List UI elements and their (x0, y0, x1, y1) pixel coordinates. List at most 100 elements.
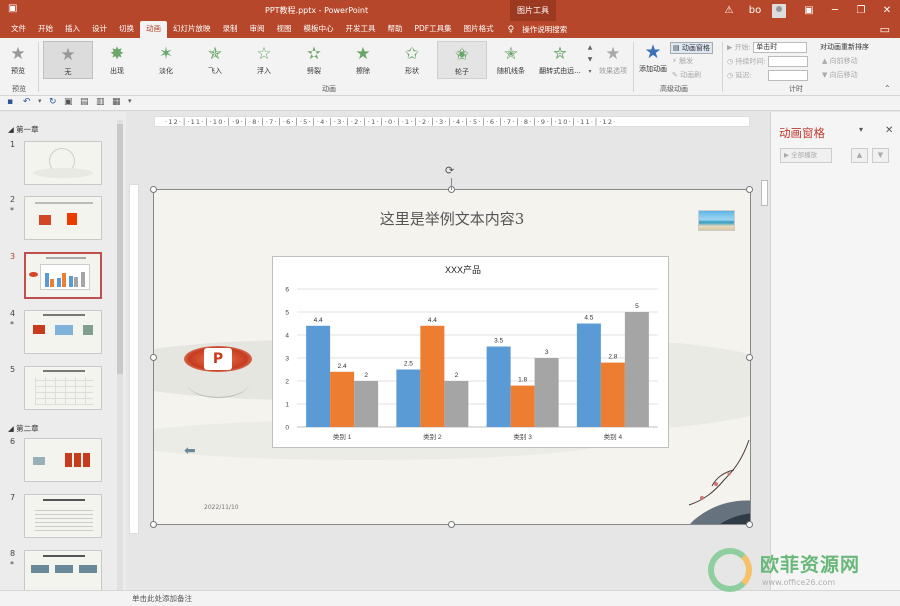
format-icon[interactable]: ▦ (112, 97, 121, 107)
effect-shape[interactable]: ✩ 形状 (392, 44, 432, 76)
slide-thumbnail-1[interactable] (24, 141, 102, 185)
present-icon[interactable]: ▤ (80, 97, 89, 107)
preview-button[interactable]: ★ 预览 (4, 44, 32, 76)
section-2-title[interactable]: ◢ 第二章 (8, 423, 39, 434)
resize-handle[interactable] (746, 186, 753, 193)
chart-title: XXX产品 (445, 264, 481, 275)
tab-review[interactable]: 审阅 (244, 21, 271, 38)
tell-me-search[interactable]: 操作说明搜索 (514, 22, 567, 38)
avatar[interactable] (772, 3, 786, 18)
watermark-text: 欧菲资源网 (760, 554, 861, 576)
gallery-scroll[interactable]: ▲ ▼ ▾ (586, 42, 594, 82)
effect-fade[interactable]: ✶ 淡化 (146, 44, 186, 76)
tab-pdf-tools[interactable]: PDF工具集 (409, 21, 458, 38)
close-icon[interactable]: ✕ (885, 125, 893, 136)
effect-wheel[interactable]: ✬ 轮子 (437, 41, 487, 79)
duration-input[interactable] (767, 56, 808, 67)
effect-wipe[interactable]: ★ 擦除 (343, 44, 383, 76)
effect-flip[interactable]: ✮ 翻转式由远... (536, 44, 584, 76)
tab-view[interactable]: 视图 (271, 21, 298, 38)
save-icon[interactable]: ▪ (7, 97, 13, 107)
effect-split[interactable]: ✫ 劈裂 (294, 44, 334, 76)
rotate-handle-icon[interactable]: ⟳ (445, 164, 454, 177)
thumbnails-scrollbar[interactable] (117, 120, 123, 590)
effect-float-in[interactable]: ☆ 浮入 (244, 44, 284, 76)
slide-thumbnail-4[interactable] (24, 310, 102, 354)
animation-pane-toggle[interactable]: ▤ 动画窗格 (670, 42, 713, 54)
data-label: 4.4 (314, 317, 323, 324)
slide-thumbnail-7[interactable] (24, 494, 102, 538)
restore-icon[interactable]: ❐ (848, 5, 874, 16)
minimize-icon[interactable]: ─ (822, 5, 848, 16)
close-icon[interactable]: ✕ (874, 5, 900, 16)
slide-title[interactable]: 这里是举例文本内容3 (154, 208, 750, 229)
slide-thumbnail-6[interactable] (24, 438, 102, 482)
effect-options-button[interactable]: ★ 效果选项 (596, 44, 630, 76)
animation-painter-button[interactable]: ✎ 动画刷 (672, 70, 701, 80)
tab-picture-format[interactable]: 图片格式 (458, 21, 500, 38)
slide-number: 3 (10, 252, 16, 261)
warning-icon[interactable]: ⚠ (716, 5, 742, 16)
undo-icon[interactable]: ↶ (23, 97, 31, 107)
bar (354, 381, 379, 427)
from-start-icon[interactable]: ▣ (64, 97, 73, 107)
delay-input[interactable] (767, 70, 808, 81)
pane-options-icon[interactable]: ▾ (859, 125, 863, 134)
effect-appear[interactable]: ✸ 出现 (97, 44, 137, 76)
resize-handle[interactable] (746, 521, 753, 528)
resize-handle[interactable] (746, 354, 753, 361)
start-select[interactable]: 单击时 (753, 42, 808, 53)
resize-handle[interactable] (150, 186, 157, 193)
tab-insert[interactable]: 插入 (59, 21, 86, 38)
tab-developer[interactable]: 开发工具 (340, 21, 382, 38)
slide-thumbnail-5[interactable] (24, 366, 102, 410)
tab-file[interactable]: 文件 (5, 21, 32, 38)
move-later-button[interactable]: ▼ 向后移动 (822, 70, 858, 80)
effect-none[interactable]: ★ 无 (43, 41, 93, 79)
start-row: ▶ 开始: 单击时 (727, 42, 808, 53)
slide-thumbnail-2[interactable] (24, 196, 102, 240)
slide-thumbnail-8[interactable] (24, 550, 102, 594)
collapse-ribbon-icon[interactable]: ⌃ (884, 84, 891, 93)
data-label: 2.4 (338, 363, 347, 370)
picture-icon[interactable]: ▥ (96, 97, 105, 107)
tab-transitions[interactable]: 切换 (113, 21, 140, 38)
user-name[interactable]: bo (742, 5, 768, 16)
tab-help[interactable]: 帮助 (382, 21, 409, 38)
data-label: 2.5 (404, 361, 413, 368)
save-icon[interactable]: ▣ (8, 3, 17, 14)
slide-canvas[interactable]: 这里是举例文本内容3 P ⬅ 2022/11/10 XXX产品 0 1 2 3 4 5 6 类… (154, 190, 750, 524)
add-animation-button[interactable]: ★ 添加动画 (637, 42, 669, 74)
tab-animations[interactable]: 动画 (140, 21, 167, 38)
tab-record[interactable]: 录制 (217, 21, 244, 38)
undo-dropdown-icon[interactable]: ▾ (38, 97, 42, 105)
redo-icon[interactable]: ↻ (49, 97, 57, 107)
data-label: 3.5 (494, 338, 503, 345)
move-earlier-button[interactable]: ▲ 向前移动 (822, 56, 858, 66)
tab-template-center[interactable]: 模板中心 (298, 21, 340, 38)
tab-home[interactable]: 开始 (32, 21, 59, 38)
comment-icon[interactable]: ▭ (880, 23, 890, 36)
editor-scrollbar[interactable] (759, 172, 769, 552)
resize-handle[interactable] (448, 521, 455, 528)
ribbon-display-icon[interactable]: ▣ (796, 5, 822, 16)
tab-design[interactable]: 设计 (86, 21, 113, 38)
bar-chart[interactable]: XXX产品 0 1 2 3 4 5 6 类别 1 4.4 2.4 2 类别 2 2.5 4.4 2 类别 3 3… (272, 256, 669, 448)
resize-handle[interactable] (150, 521, 157, 528)
resize-handle[interactable] (150, 354, 157, 361)
beach-image[interactable] (698, 210, 735, 231)
section-1-title[interactable]: ◢ 第一章 (8, 124, 39, 135)
tab-slideshow[interactable]: 幻灯片放映 (167, 21, 217, 38)
notes-placeholder[interactable]: 单击此处添加备注 (132, 593, 192, 604)
effect-fly-in[interactable]: ✯ 飞入 (195, 44, 235, 76)
move-up-button[interactable]: ▲ (851, 148, 868, 163)
move-down-button[interactable]: ▼ (872, 148, 889, 163)
slide-thumbnail-3[interactable] (24, 252, 102, 299)
trigger-button[interactable]: ⚡ 触发 (672, 56, 693, 66)
slide-number: 2 (10, 195, 16, 204)
quick-access-toolbar: ▪ ↶ ▾ ↻ ▣ ▤ ▥ ▦ ▾ (0, 96, 900, 111)
back-arrow-icon[interactable]: ⬅ (184, 443, 196, 459)
customize-qat-icon[interactable]: ▾ (128, 97, 132, 105)
play-all-button[interactable]: ▶ 全部播放 (780, 148, 832, 163)
effect-random-bars[interactable]: ✭ 随机线条 (490, 44, 532, 76)
